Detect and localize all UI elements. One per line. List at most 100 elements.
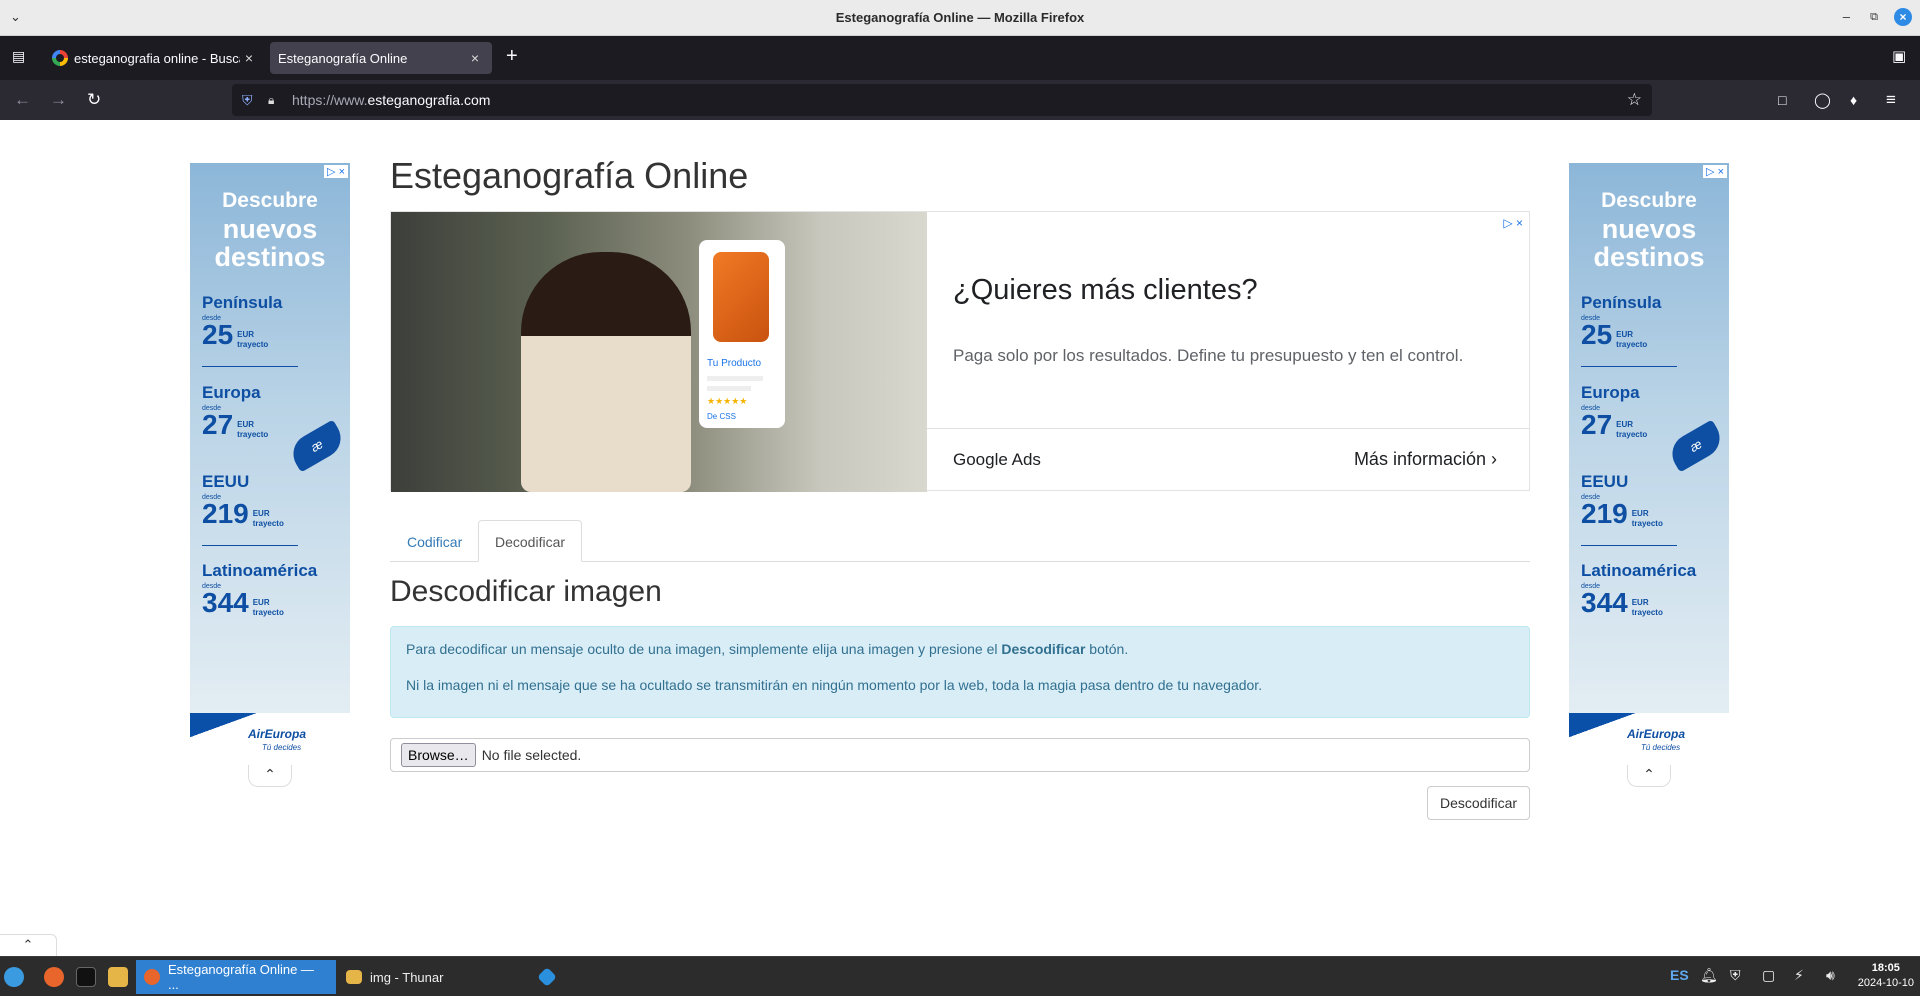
ad-destination: EEUU desde 219 EUR trayecto: [1581, 472, 1663, 529]
alert-line-1: Para decodificar un mensaje oculto de un…: [406, 641, 1129, 657]
ad-divider: [927, 428, 1529, 429]
alert-line-2: Ni la imagen ni el mensaje que se ha ocu…: [406, 677, 1263, 693]
ad-destination: Europa desde 27 EUR trayecto: [1581, 383, 1648, 440]
extensions-icon[interactable]: ♦: [1850, 92, 1857, 108]
browse-button[interactable]: Browse…: [401, 743, 476, 767]
app-menu-icon[interactable]: ≡: [1886, 90, 1896, 110]
ad-destination: Europa desde 27 EUR trayecto: [202, 383, 269, 440]
product-card: Tu Producto ★★★★★ De CSS: [699, 240, 785, 428]
google-ads-banner[interactable]: Tu Producto ★★★★★ De CSS ▷ × ¿Quieres má…: [390, 211, 1530, 492]
scroll-up-chevron-icon[interactable]: ⌃: [0, 934, 57, 956]
placeholder-bar: [707, 376, 763, 381]
forward-icon[interactable]: →: [50, 90, 67, 110]
ad-destination: Península desde 25 EUR trayecto: [202, 293, 283, 350]
ad-separator: [202, 366, 298, 367]
tab-overview-icon[interactable]: ▤: [12, 48, 25, 65]
window-menu-chevron-icon[interactable]: ⌄: [10, 9, 28, 27]
ad-subtext: Paga solo por los resultados. Define tu …: [953, 346, 1464, 365]
file-manager-launcher-icon[interactable]: [108, 963, 128, 991]
vscode-launcher-icon[interactable]: [537, 963, 557, 991]
chevron-right-icon: ›: [1491, 449, 1497, 469]
account-icon[interactable]: ◯: [1814, 91, 1831, 109]
firefox-launcher-icon[interactable]: [44, 963, 64, 991]
image-file-input[interactable]: Browse… No file selected.: [390, 738, 1530, 772]
ad-headline: Descubre nuevos destinos: [1593, 189, 1705, 272]
collapse-ad-chevron-icon[interactable]: ⌃: [248, 765, 292, 787]
airplane-icon: æ: [1665, 419, 1727, 473]
restore-icon[interactable]: ⧉: [1870, 11, 1878, 24]
product-card-footer: De CSS: [707, 412, 736, 421]
page-title: Esteganografía Online: [390, 155, 749, 196]
security-shield-icon[interactable]: ⛨: [1730, 967, 1741, 984]
tab-esteganografia[interactable]: Esteganografía Online ×: [270, 42, 492, 74]
ad-brand-logo: AirEuropa Tú decides: [1569, 713, 1729, 765]
ad-person-image: [521, 252, 691, 492]
ad-separator: [1581, 366, 1677, 367]
info-alert: Para decodificar un mensaje oculto de un…: [390, 626, 1530, 718]
placeholder-bar: [707, 386, 751, 391]
tab-close-icon[interactable]: ×: [466, 50, 484, 66]
tab-search[interactable]: esteganografia online - Busca ×: [44, 42, 266, 74]
tab-label: esteganografia online - Busca: [74, 50, 240, 66]
ad-brand-logo: AirEuropa Tú decides: [190, 713, 350, 765]
tab-close-icon[interactable]: ×: [240, 50, 258, 66]
ad-separator: [202, 545, 298, 546]
ad-choices-icon[interactable]: ▷ ×: [324, 165, 348, 178]
url-text[interactable]: https://www.esteganografia.com: [292, 92, 490, 108]
back-icon[interactable]: ←: [14, 90, 31, 110]
clock[interactable]: 18:05 2024-10-10: [1858, 961, 1914, 991]
window-switch-icon[interactable]: ▢: [1762, 967, 1775, 984]
tab-decodificar[interactable]: Decodificar: [478, 520, 583, 562]
bookmark-star-icon[interactable]: ☆: [1627, 90, 1642, 110]
ad-destination: Península desde 25 EUR trayecto: [1581, 293, 1662, 350]
left-side-ad[interactable]: ▷ × Descubre nuevos destinos Península d…: [190, 163, 350, 765]
reload-icon[interactable]: ↻: [87, 90, 101, 110]
task-firefox[interactable]: Esteganografía Online — ...: [136, 960, 336, 994]
ad-choices-icon[interactable]: ▷ ×: [1503, 216, 1523, 230]
taskbar: Esteganografía Online — ... img - Thunar…: [0, 956, 1920, 996]
start-menu-icon[interactable]: [4, 963, 24, 991]
ad-separator: [1581, 545, 1677, 546]
folder-icon: [346, 970, 362, 984]
minimize-icon[interactable]: –: [1843, 9, 1850, 24]
terminal-launcher-icon[interactable]: [76, 963, 96, 991]
window-titlebar: ⌄ Esteganografía Online — Mozilla Firefo…: [0, 0, 1920, 36]
google-favicon-icon: [52, 50, 68, 66]
ad-destination: Latinoamérica desde 344 EUR trayecto: [202, 561, 318, 618]
ad-choices-icon[interactable]: ▷ ×: [1703, 165, 1727, 178]
ad-brand: Google Ads: [953, 450, 1041, 469]
ad-destination: EEUU desde 219 EUR trayecto: [202, 472, 284, 529]
navigation-bar: ← → ↻ ⛨ 🔒︎ https://www.esteganografia.co…: [0, 80, 1920, 120]
firefox-icon: [144, 969, 160, 985]
task-thunar[interactable]: img - Thunar: [338, 960, 518, 994]
ad-headline: Descubre nuevos destinos: [214, 189, 326, 272]
ad-more-info-link[interactable]: Más información ›: [1354, 449, 1497, 470]
url-bar[interactable]: ⛨ 🔒︎ https://www.esteganografia.com ☆: [232, 84, 1652, 116]
volume-icon[interactable]: 🔊︎: [1826, 967, 1835, 984]
collapse-ad-chevron-icon[interactable]: ⌃: [1627, 765, 1671, 787]
notifications-bell-icon[interactable]: 🔔︎: [1700, 967, 1718, 984]
tab-label: Esteganografía Online: [278, 50, 408, 66]
suitcase-image: [713, 252, 769, 342]
ad-photo: Tu Producto ★★★★★ De CSS: [391, 212, 927, 492]
list-all-tabs-icon[interactable]: ▣: [1892, 47, 1906, 65]
mode-tabs: Codificar Decodificar: [390, 520, 1530, 562]
tracking-protection-shield-icon[interactable]: ⛨: [242, 92, 258, 109]
right-side-ad[interactable]: ▷ × Descubre nuevos destinos Península d…: [1569, 163, 1729, 765]
file-status: No file selected.: [481, 747, 582, 763]
web-page: ▷ × Descubre nuevos destinos Península d…: [0, 120, 1920, 956]
new-tab-icon[interactable]: +: [506, 45, 518, 68]
pocket-icon[interactable]: □: [1778, 92, 1786, 108]
ad-destination: Latinoamérica desde 344 EUR trayecto: [1581, 561, 1697, 618]
tab-codificar[interactable]: Codificar: [390, 520, 479, 562]
window-title: Esteganografía Online — Mozilla Firefox: [835, 10, 1085, 25]
power-icon[interactable]: ⚡: [1794, 967, 1804, 984]
keyboard-layout[interactable]: ES: [1670, 967, 1689, 983]
window-close-icon[interactable]: ×: [1894, 8, 1912, 26]
airplane-icon: æ: [286, 419, 348, 473]
section-title: Descodificar imagen: [390, 575, 662, 608]
descodificar-button[interactable]: Descodificar: [1427, 786, 1530, 820]
tab-strip: ▤ esteganografia online - Busca × Estega…: [0, 36, 1920, 80]
ad-headline: ¿Quieres más clientes?: [953, 274, 1258, 306]
padlock-icon[interactable]: 🔒︎: [268, 93, 282, 108]
